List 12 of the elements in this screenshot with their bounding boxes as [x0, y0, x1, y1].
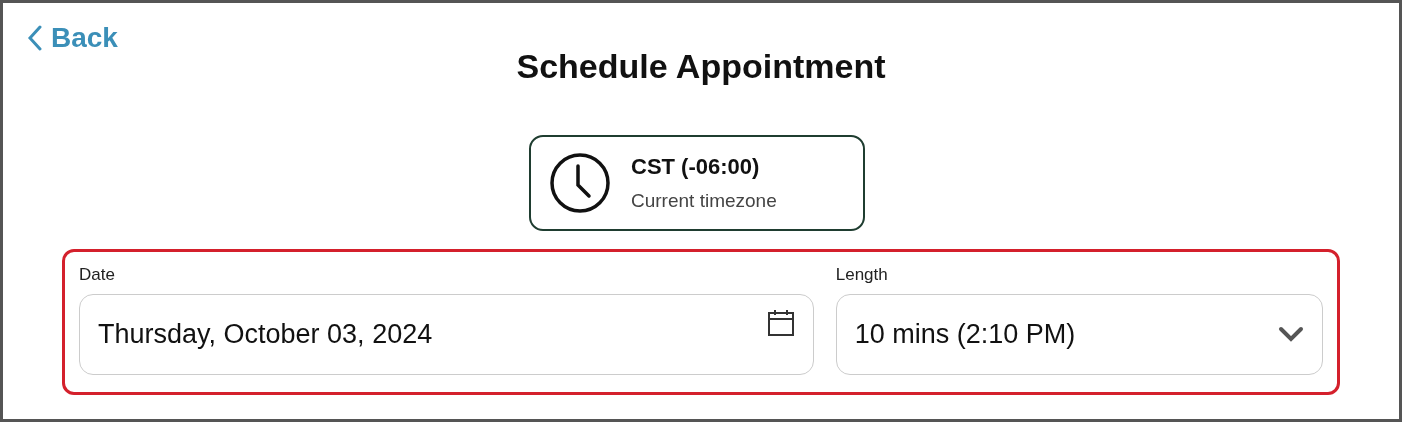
field-label: Date [79, 264, 116, 286]
back-button[interactable]: Back [27, 17, 118, 59]
length-dropdown[interactable]: 10 mins (2:10 PM) [835, 293, 1323, 375]
chevron-down-icon [1278, 326, 1304, 342]
date-field[interactable]: Thursday, October 03, 2024 [79, 293, 814, 375]
field-label: Length [835, 264, 889, 286]
calendar-icon [766, 308, 795, 337]
page-title: Schedule Appointment [516, 46, 886, 87]
timezone-caption: Current timezone [631, 189, 777, 214]
timezone-name: CST (-06:00) [631, 153, 761, 182]
chevron-left-icon [27, 25, 43, 51]
clock-icon [549, 152, 611, 214]
